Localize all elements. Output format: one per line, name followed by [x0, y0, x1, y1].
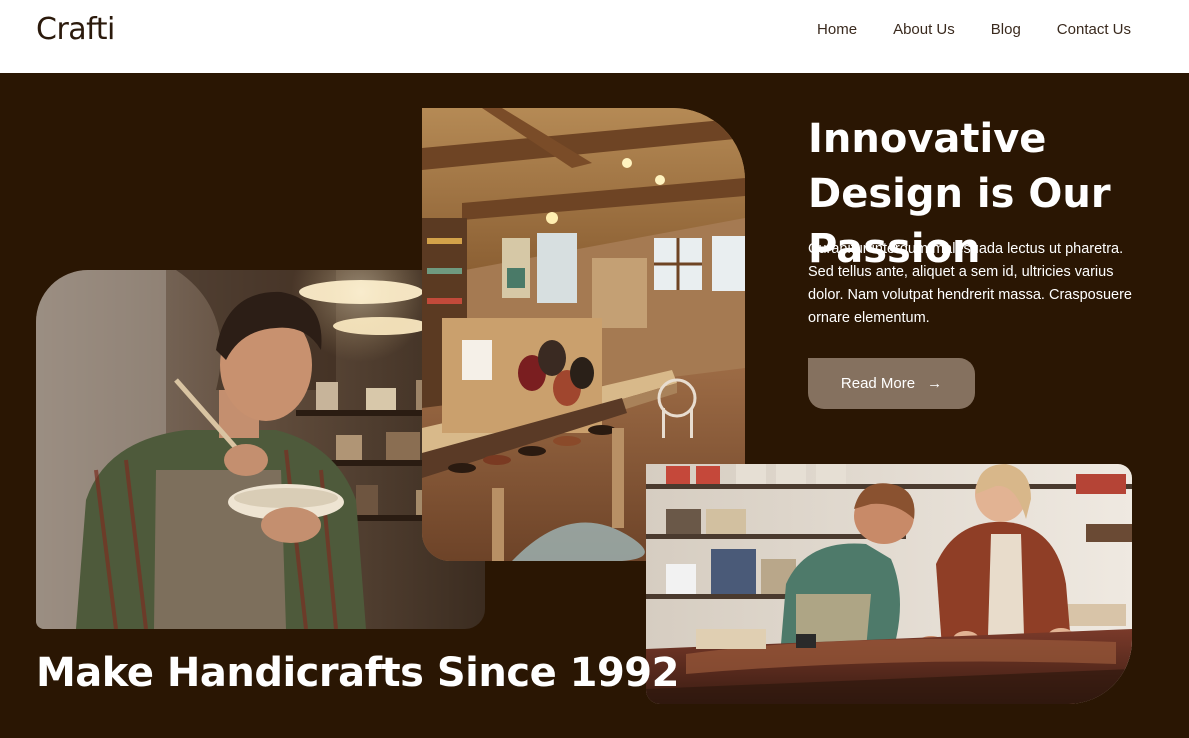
artisan-painting-photo [36, 270, 485, 629]
read-more-label: Read More [840, 375, 916, 392]
hero-description: Curabitur interdum malesuada lectus ut p… [808, 241, 1132, 326]
hero-tagline: Make Handicrafts Since 1992 [36, 650, 679, 696]
site-logo[interactable]: Crafti [36, 12, 115, 47]
read-more-button[interactable]: Read More → [808, 358, 975, 409]
nav-home-link[interactable]: Home [817, 21, 857, 38]
site-header: Crafti Home About Us Blog Contact Us [0, 0, 1189, 73]
nav-about-link[interactable]: About Us [893, 21, 955, 38]
arrow-right-icon: → [927, 375, 943, 392]
leather-workshop-photo [646, 464, 1132, 704]
main-nav: Home About Us Blog Contact Us [817, 21, 1131, 38]
nav-contact-link[interactable]: Contact Us [1057, 21, 1131, 38]
nav-blog-link[interactable]: Blog [991, 21, 1021, 38]
